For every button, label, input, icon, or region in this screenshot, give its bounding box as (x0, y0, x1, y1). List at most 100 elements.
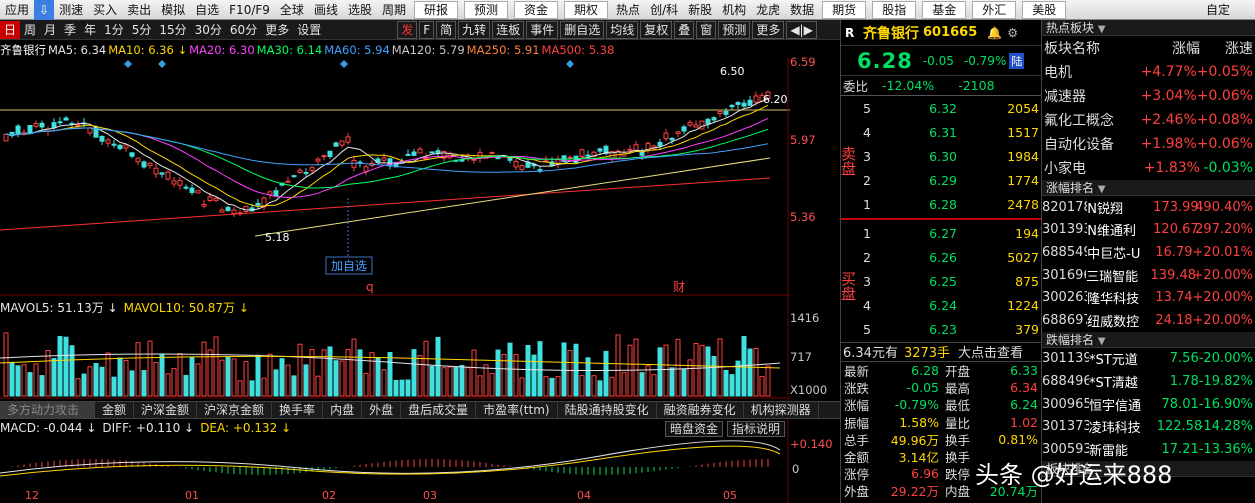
volume-bar (111, 376, 117, 397)
menu-item[interactable]: 周期 (377, 0, 411, 20)
col-pct[interactable]: 涨幅 (1140, 38, 1200, 58)
sector-row[interactable]: 减速器 +3.04% +0.06% (1042, 84, 1255, 108)
candle (237, 212, 243, 215)
click-view-link[interactable]: 大点击查看 (958, 342, 1023, 361)
sector-row[interactable]: 电机 +4.77% +0.05% (1042, 60, 1255, 84)
period-tab[interactable]: 15分 (155, 21, 190, 39)
menu-item[interactable]: 应用 (0, 0, 34, 20)
indicator-tab[interactable]: 换手率 (272, 402, 324, 418)
toolbar-button[interactable]: 删自选 (560, 20, 605, 39)
indicator-tab[interactable]: 多方动力攻击 (0, 402, 95, 418)
menu-item[interactable]: 研报 (413, 0, 458, 19)
toolbar-button[interactable]: F (419, 20, 435, 39)
stock-row[interactable]: 300965 恒宇信通 78.01 -16.90% (1042, 393, 1255, 416)
menu-item[interactable]: 热点 (611, 0, 645, 20)
menu-item[interactable]: 全球 (275, 0, 309, 20)
menu-item[interactable]: 画线 (309, 0, 343, 20)
dark-fund-button[interactable]: 暗盘资金 (665, 421, 724, 437)
indicator-tab[interactable]: 金额 (95, 402, 135, 418)
losers-header[interactable]: 跌幅排名 ▼ (1042, 331, 1255, 348)
toolbar-button[interactable]: 九转 (458, 20, 491, 39)
toolbar-button[interactable]: 复权 (640, 20, 673, 39)
indicator-tab[interactable]: 市盈率(ttm) (476, 402, 558, 418)
period-tab[interactable]: 周 (20, 21, 40, 39)
stock-row[interactable]: 820178 N锐翔 173.99 490.40% (1042, 196, 1255, 219)
menu-item[interactable]: 期货 (822, 0, 867, 19)
menu-item[interactable]: 资金 (514, 0, 559, 19)
menu-item[interactable]: 股指 (872, 0, 917, 19)
col-speed[interactable]: 涨速 (1200, 38, 1255, 58)
toolbar-button[interactable]: 事件 (526, 20, 559, 39)
period-tab[interactable]: 更多 (261, 21, 293, 39)
period-tab[interactable]: 设置 (293, 21, 325, 39)
indicator-tab[interactable]: 外盘 (362, 402, 402, 418)
indicator-tab[interactable]: 沪深金额 (134, 402, 198, 418)
toolbar-button[interactable]: ◀|▶ (786, 20, 817, 39)
indicator-tab[interactable]: 陆股通持股变化 (558, 402, 657, 418)
menu-item[interactable]: 预测 (464, 0, 509, 19)
menu-item[interactable]: 外汇 (972, 0, 1017, 19)
gainers-header[interactable]: 涨幅排名 ▼ (1042, 180, 1255, 196)
period-tab[interactable]: 5分 (128, 21, 156, 39)
menu-item[interactable]: 买入 (88, 0, 122, 20)
menu-item[interactable]: 基金 (922, 0, 967, 19)
menu-item[interactable]: 机构 (717, 0, 751, 20)
indicator-help-button[interactable]: 指标说明 (727, 421, 786, 437)
menu-item[interactable]: 选股 (343, 0, 377, 20)
period-tab[interactable]: 60分 (226, 21, 261, 39)
stock-row[interactable]: 688496 *ST清越 1.78 -19.82% (1042, 370, 1255, 393)
avg-volume-row[interactable]: 6.34元有 3273手 大点击查看 (841, 341, 1041, 362)
menu-item[interactable]: 数据 (785, 0, 819, 20)
menu-item[interactable]: 新股 (683, 0, 717, 20)
gear-icon[interactable]: ⚙ (1007, 26, 1018, 40)
indicator-tab[interactable]: 融资融券变化 (657, 402, 744, 418)
volume-bar (507, 342, 513, 397)
indicator-tab[interactable]: 内盘 (323, 402, 363, 418)
toolbar-button[interactable]: 窗 (696, 20, 717, 39)
menu-item[interactable]: 模拟 (156, 0, 190, 20)
indicator-tab[interactable]: 机构探测器 (744, 402, 819, 418)
period-tab[interactable]: 月 (40, 21, 60, 39)
col-name[interactable]: 板块名称 (1042, 38, 1140, 58)
dropdown-icon[interactable]: ▼ (1098, 184, 1106, 195)
period-tab[interactable]: 年 (80, 21, 100, 39)
stock-row[interactable]: 688697 纽威数控 24.18 +20.00% (1042, 309, 1255, 332)
period-tab[interactable]: 季 (60, 21, 80, 39)
menu-item-custom[interactable]: 自定 (1201, 0, 1255, 20)
dropdown-icon[interactable]: ▼ (1098, 336, 1106, 347)
stock-row[interactable]: 301696三瑞智能 139.48+20.00% (1042, 264, 1255, 287)
period-tab[interactable]: 日 (0, 20, 21, 39)
menu-item[interactable]: 龙虎 (751, 0, 785, 20)
stock-row[interactable]: 301373 凌玮科技 122.58 -14.28% (1042, 415, 1255, 438)
sectors-header[interactable]: 热点板块 ▼ (1042, 20, 1255, 36)
indicator-tab[interactable]: 沪深京金额 (197, 402, 273, 418)
menu-item[interactable]: 美股 (1022, 0, 1067, 19)
price-axis-mid: 5.97 (790, 133, 816, 147)
sector-row[interactable]: 自动化设备 +1.98% +0.06% (1042, 132, 1255, 156)
menu-item[interactable]: 测速 (54, 0, 88, 20)
menu-item[interactable]: 卖出 (122, 0, 156, 20)
toolbar-button[interactable]: 叠 (674, 20, 695, 39)
indicator-tab[interactable]: 盘后成交量 (401, 402, 477, 418)
menu-item[interactable]: 期权 (564, 0, 609, 19)
menu-item[interactable]: ⇩ (34, 0, 55, 20)
dropdown-icon[interactable]: ▼ (1098, 24, 1106, 35)
bell-icon[interactable]: 🔔 (987, 26, 1002, 40)
sector-row[interactable]: 氟化工概念 +2.46% +0.08% (1042, 108, 1255, 132)
period-tab[interactable]: 30分 (191, 21, 226, 39)
period-tab[interactable]: 1分 (100, 21, 128, 39)
toolbar-button[interactable]: 发 (397, 20, 418, 39)
menu-item[interactable]: 自选 (190, 0, 224, 20)
toolbar-button[interactable]: 连板 (492, 20, 525, 39)
toolbar-button[interactable]: 更多 (752, 20, 785, 39)
toolbar-button[interactable]: 简 (436, 20, 457, 39)
stock-row[interactable]: 301393 N维通利 120.67 297.20% (1042, 219, 1255, 242)
stock-row[interactable]: 301139 *ST元道 7.56 -20.00% (1042, 348, 1255, 371)
toolbar-button[interactable]: 均线 (606, 20, 639, 39)
toolbar-button[interactable]: 预测 (718, 20, 751, 39)
sector-row[interactable]: 小家电 +1.83% -0.03% (1042, 156, 1255, 180)
stock-row[interactable]: 688549 中巨芯-U 16.79 +20.01% (1042, 241, 1255, 264)
stock-row[interactable]: 300263 隆华科技 13.74 +20.00% (1042, 286, 1255, 309)
menu-item[interactable]: F10/F9 (224, 0, 275, 20)
menu-item[interactable]: 创/科 (645, 0, 683, 20)
